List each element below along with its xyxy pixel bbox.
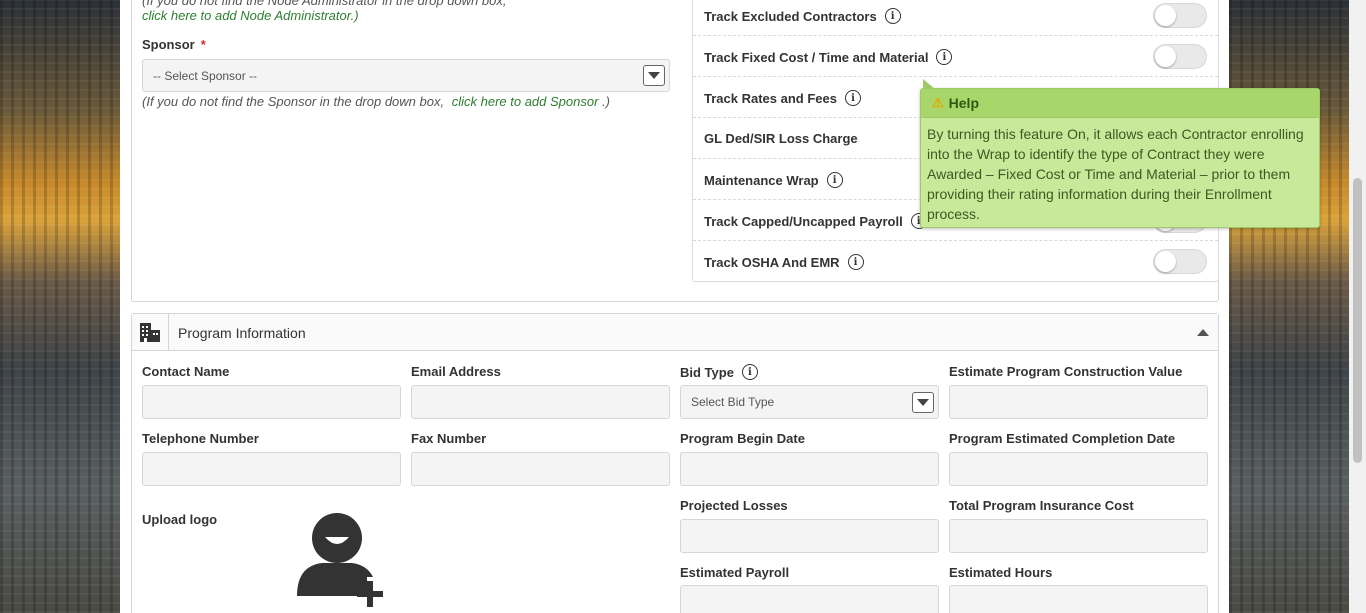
bid-type-select[interactable]: Select Bid Type: [680, 385, 939, 419]
track-label: Track Fixed Cost / Time and Material: [704, 49, 929, 65]
building-icon: [132, 314, 169, 350]
bid-type-label: Bid Type i: [680, 364, 758, 380]
scrollbar-thumb[interactable]: [1353, 178, 1362, 463]
track-row-osha-emr: Track OSHA And EMR i: [693, 241, 1218, 282]
estimated-payroll-label: Estimated Payroll: [680, 565, 790, 580]
program-information-title: Program Information: [178, 325, 306, 341]
chevron-down-icon[interactable]: [643, 65, 665, 86]
sponsor-label-text: Sponsor: [142, 37, 195, 52]
node-admin-note: (If you do not find the Node Administrat…: [142, 0, 506, 23]
help-tooltip: ⚠ Help By turning this feature On, it al…: [920, 79, 1320, 228]
track-label: Track Capped/Uncapped Payroll: [704, 213, 903, 229]
begin-date-label: Program Begin Date: [680, 431, 805, 446]
estimated-hours-input[interactable]: [949, 585, 1208, 613]
toggle-switch[interactable]: [1153, 249, 1207, 274]
program-information-header[interactable]: Program Information: [132, 314, 1218, 351]
required-mark: *: [200, 37, 206, 52]
fax-input[interactable]: [411, 452, 670, 486]
sponsor-note: (If you do not find the Sponsor in the d…: [142, 94, 610, 109]
sponsor-note-suffix: .): [602, 94, 610, 109]
begin-date-input[interactable]: [680, 452, 939, 486]
track-label: Track OSHA And EMR: [704, 254, 840, 270]
info-icon[interactable]: i: [826, 172, 843, 188]
sponsor-note-text: (If you do not find the Sponsor in the d…: [142, 94, 445, 109]
fax-label: Fax Number: [411, 431, 487, 446]
projected-losses-label: Projected Losses: [680, 498, 788, 513]
info-icon[interactable]: i: [844, 90, 861, 106]
info-icon[interactable]: i: [741, 364, 758, 380]
bid-type-select-value: Select Bid Type: [691, 395, 775, 409]
projected-losses-input[interactable]: [680, 519, 939, 553]
track-label: Track Rates and Fees: [704, 90, 837, 106]
completion-date-input[interactable]: [949, 452, 1208, 486]
scrollbar[interactable]: [1349, 0, 1366, 613]
track-label: GL Ded/SIR Loss Charge: [704, 131, 858, 146]
info-icon[interactable]: i: [847, 254, 864, 270]
contact-name-input[interactable]: [142, 385, 401, 419]
help-tooltip-body: By turning this feature On, it allows ea…: [927, 126, 1304, 222]
track-label: Maintenance Wrap: [704, 172, 819, 188]
help-tooltip-title: Help: [948, 95, 979, 111]
estimated-payroll-input[interactable]: [680, 585, 939, 613]
completion-date-label: Program Estimated Completion Date: [949, 431, 1176, 446]
telephone-input[interactable]: [142, 452, 401, 486]
total-insurance-cost-input[interactable]: [949, 519, 1208, 553]
contact-name-label: Contact Name: [142, 364, 230, 379]
track-label: Track Excluded Contractors: [704, 8, 877, 24]
sponsor-label: Sponsor *: [142, 37, 206, 52]
track-row-excluded-contractors: Track Excluded Contractors i: [693, 0, 1218, 36]
toggle-switch[interactable]: [1153, 44, 1207, 69]
add-node-admin-link[interactable]: click here to add Node Administrator.): [142, 8, 359, 23]
background-left: [0, 0, 120, 613]
total-insurance-cost-label: Total Program Insurance Cost: [949, 498, 1134, 513]
estimate-value-input[interactable]: [949, 385, 1208, 419]
node-admin-note-text: (If you do not find the Node Administrat…: [142, 0, 507, 8]
telephone-label: Telephone Number: [142, 431, 259, 446]
info-icon[interactable]: i: [936, 49, 953, 65]
warning-icon: ⚠: [932, 95, 944, 110]
toggle-switch[interactable]: [1153, 3, 1207, 28]
sponsor-select-value: -- Select Sponsor --: [153, 68, 258, 83]
add-sponsor-link[interactable]: click here to add Sponsor: [452, 94, 599, 109]
chevron-down-icon[interactable]: [912, 392, 934, 413]
sponsor-select[interactable]: -- Select Sponsor --: [142, 59, 670, 92]
info-icon[interactable]: i: [884, 8, 901, 24]
add-user-icon[interactable]: [297, 511, 392, 611]
estimate-value-label: Estimate Program Construction Value: [949, 364, 1183, 379]
estimated-hours-label: Estimated Hours: [949, 565, 1053, 580]
upload-logo-label: Upload logo: [142, 512, 218, 527]
collapse-icon[interactable]: [1197, 329, 1209, 336]
track-row-fixed-cost: Track Fixed Cost / Time and Material i: [693, 36, 1218, 77]
help-tooltip-header: ⚠ Help: [921, 89, 1319, 118]
email-address-label: Email Address: [411, 364, 501, 379]
email-address-input[interactable]: [411, 385, 670, 419]
program-information-panel: Program Information Contact Name Email A…: [131, 313, 1219, 613]
bid-type-label-text: Bid Type: [680, 364, 734, 380]
